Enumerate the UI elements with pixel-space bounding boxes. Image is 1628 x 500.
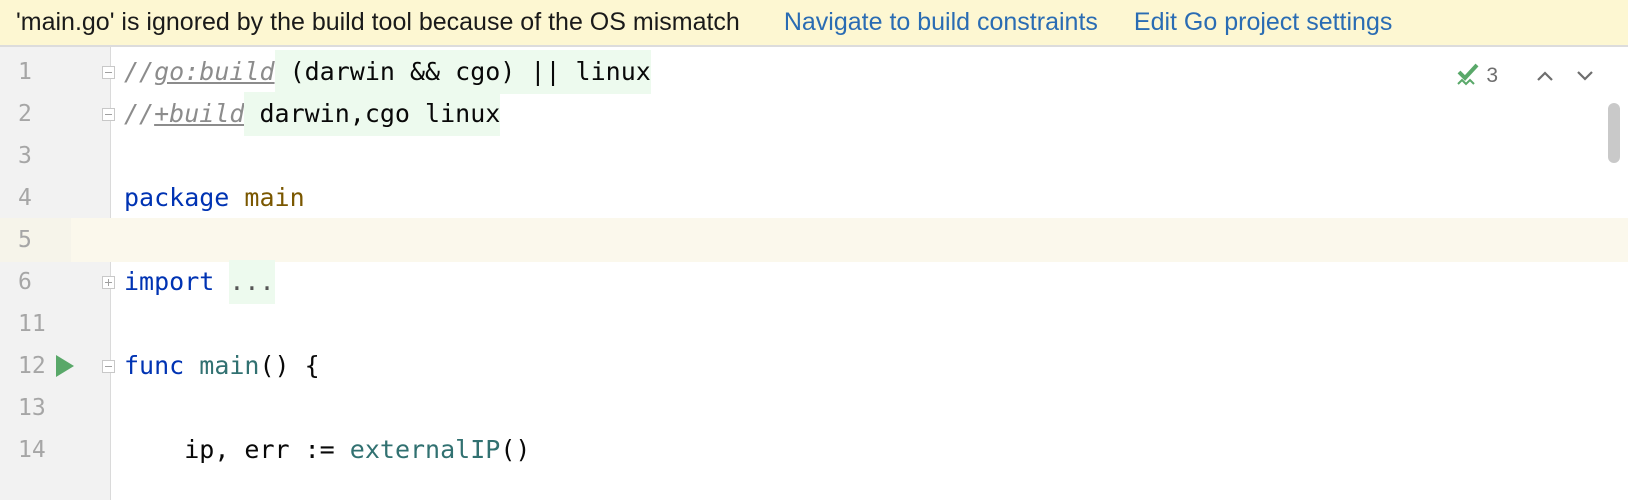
fold-end-icon[interactable] xyxy=(102,108,115,121)
edit-go-project-settings-link[interactable]: Edit Go project settings xyxy=(1134,8,1392,37)
code-editor[interactable]: 1 //go:build (darwin && cgo) || linux 2 … xyxy=(0,47,1628,500)
code-text: //+build darwin,cgo linux xyxy=(124,92,501,136)
code-text: //go:build (darwin && cgo) || linux xyxy=(124,50,651,94)
code-line: 14 ip, err := externalIP() xyxy=(0,428,1628,472)
next-highlight-button[interactable] xyxy=(1572,63,1598,89)
line-number: 5 xyxy=(0,218,71,262)
line-number: 1 xyxy=(18,59,32,85)
inspections-widget[interactable]: 3 xyxy=(1456,61,1598,91)
code-line: 12 func main() { xyxy=(0,344,1628,388)
line-number: 3 xyxy=(18,143,32,169)
code-line: 3 xyxy=(0,134,1628,178)
navigate-build-constraints-link[interactable]: Navigate to build constraints xyxy=(784,8,1098,37)
code-line: 1 //go:build (darwin && cgo) || linux xyxy=(0,50,1628,94)
line-number: 6 xyxy=(18,269,32,295)
folded-imports[interactable]: ... xyxy=(229,260,275,304)
code-text: import ... xyxy=(124,260,275,304)
fold-expand-icon[interactable] xyxy=(102,276,115,289)
chevron-up-icon xyxy=(1537,71,1553,81)
code-line: 4 package main xyxy=(0,176,1628,220)
code-text: ip, err := externalIP() xyxy=(184,435,531,464)
fold-collapse-icon[interactable] xyxy=(102,66,115,79)
line-number: 13 xyxy=(18,395,46,421)
inspection-count: 3 xyxy=(1486,64,1498,87)
line-number: 11 xyxy=(18,311,46,337)
previous-highlight-button[interactable] xyxy=(1532,63,1558,89)
code-line: 11 xyxy=(0,302,1628,346)
build-expression: darwin,cgo linux xyxy=(244,92,501,136)
line-number: 14 xyxy=(18,437,46,463)
code-line: 13 xyxy=(0,386,1628,430)
fold-collapse-icon[interactable] xyxy=(102,360,115,373)
build-expression: (darwin && cgo) || linux xyxy=(274,50,651,94)
line-number: 4 xyxy=(18,185,32,211)
code-line: 2 //+build darwin,cgo linux xyxy=(0,92,1628,136)
code-line: 6 import ... xyxy=(0,260,1628,304)
line-number: 2 xyxy=(18,101,32,127)
run-icon[interactable] xyxy=(56,355,74,377)
vertical-scrollbar[interactable] xyxy=(1608,103,1620,163)
code-line-current: 5 xyxy=(0,218,1628,262)
chevron-down-icon xyxy=(1577,71,1593,81)
build-directive[interactable]: go:build xyxy=(154,57,274,86)
code-text: package main xyxy=(124,183,305,212)
code-text: func main() { xyxy=(124,351,320,380)
editor-notification-banner: 'main.go' is ignored by the build tool b… xyxy=(0,0,1628,47)
build-directive[interactable]: +build xyxy=(154,99,244,128)
check-squiggle-icon xyxy=(1456,61,1480,92)
banner-message: 'main.go' is ignored by the build tool b… xyxy=(16,8,740,36)
